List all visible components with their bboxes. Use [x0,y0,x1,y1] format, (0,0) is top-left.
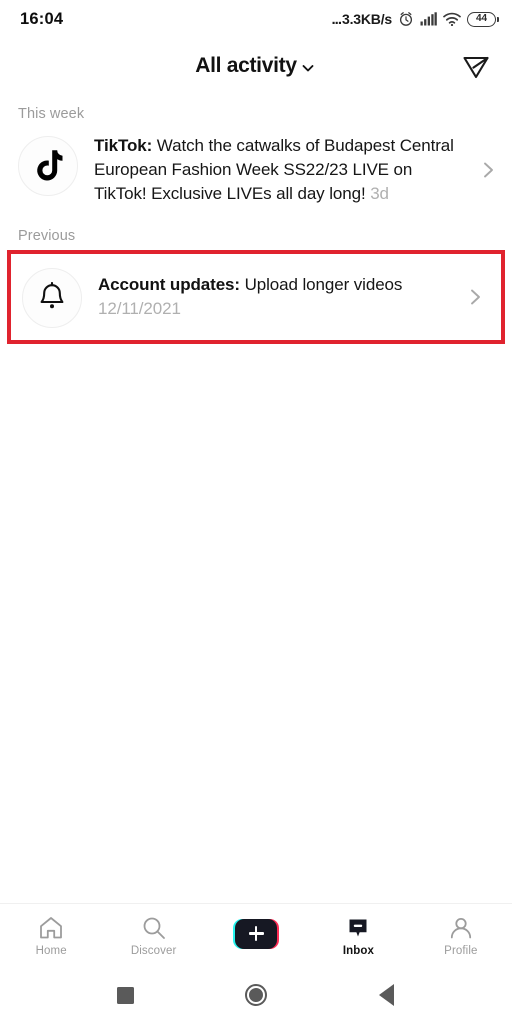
android-navigation-bar [0,966,512,1024]
status-icons: ... 3.3KB/s 44 [331,10,499,28]
alarm-clock-icon [399,12,413,26]
notification-row-account-updates[interactable]: Account updates: Upload longer videos 12… [7,250,505,345]
chevron-right-icon[interactable] [461,286,489,308]
search-icon[interactable] [141,914,167,942]
triangle-back-icon[interactable] [359,966,415,1024]
page-title: All activity [195,54,297,77]
home-icon[interactable] [38,914,64,942]
notification-title: Account updates: [98,275,240,295]
network-dots: ... [331,10,342,28]
tab-profile[interactable]: Profile [410,904,512,966]
battery-level: 44 [475,13,488,24]
phone-screen: 16:04 ... 3.3KB/s 44 All activity This w… [0,0,512,1024]
home-circle-inner [248,988,263,1002]
section-header-this-week: This week [18,106,85,122]
tab-inbox[interactable]: Inbox [307,904,409,966]
tiktok-logo-icon [37,150,63,181]
status-clock: 16:04 [20,9,64,28]
tab-label-home: Home [35,944,67,957]
send-message-icon[interactable] [460,50,492,82]
tab-create[interactable] [205,904,307,966]
home-circle-outer [244,984,267,1006]
tab-label-discover: Discover [130,944,177,957]
status-bar: 16:04 ... 3.3KB/s 44 [0,0,512,38]
notification-text-block: TikTok: Watch the catwalks of Budapest C… [78,134,474,206]
bell-icon [40,282,64,309]
app-header: All activity [0,38,512,94]
activity-filter-dropdown[interactable]: All activity [195,54,316,78]
send-message-button[interactable] [456,46,496,86]
back-triangle [379,984,395,1006]
square-recents-icon[interactable] [97,966,153,1024]
network-speed-value: 3.3KB/s [342,11,392,27]
wifi-icon [443,12,461,26]
avatar [22,268,82,329]
chevron-down-icon[interactable] [299,59,317,77]
tab-home[interactable]: Home [0,904,102,966]
chevron-right-icon[interactable] [474,159,502,181]
network-speed: ... 3.3KB/s [331,10,393,28]
create-plus-icon[interactable] [233,918,280,949]
tab-discover[interactable]: Discover [102,904,204,966]
avatar [18,136,78,196]
notification-row-tiktok[interactable]: TikTok: Watch the catwalks of Budapest C… [0,128,512,213]
battery-icon: 44 [467,11,499,27]
signal-bars-icon [420,12,437,26]
tab-label-inbox: Inbox [342,944,374,957]
notification-list: This week TikTok: Watch the catwalks of … [0,94,512,903]
person-icon[interactable] [448,914,474,942]
recents-square [116,986,134,1004]
inbox-message-icon[interactable] [345,914,371,942]
tab-label-profile: Profile [444,944,478,957]
notification-timestamp: 3d [370,184,389,204]
notification-message: Upload longer videos [239,275,403,295]
circle-home-icon[interactable] [228,966,284,1024]
plus-vertical [254,926,258,941]
notification-timestamp: 12/11/2021 [98,299,181,319]
create-core-layer [235,918,278,949]
notification-text-block: Account updates: Upload longer videos 12… [82,273,461,321]
section-header-previous: Previous [18,228,76,245]
notification-title: TikTok: [94,136,153,155]
bottom-tab-bar: Home Discover Inbox Profile [0,903,512,966]
